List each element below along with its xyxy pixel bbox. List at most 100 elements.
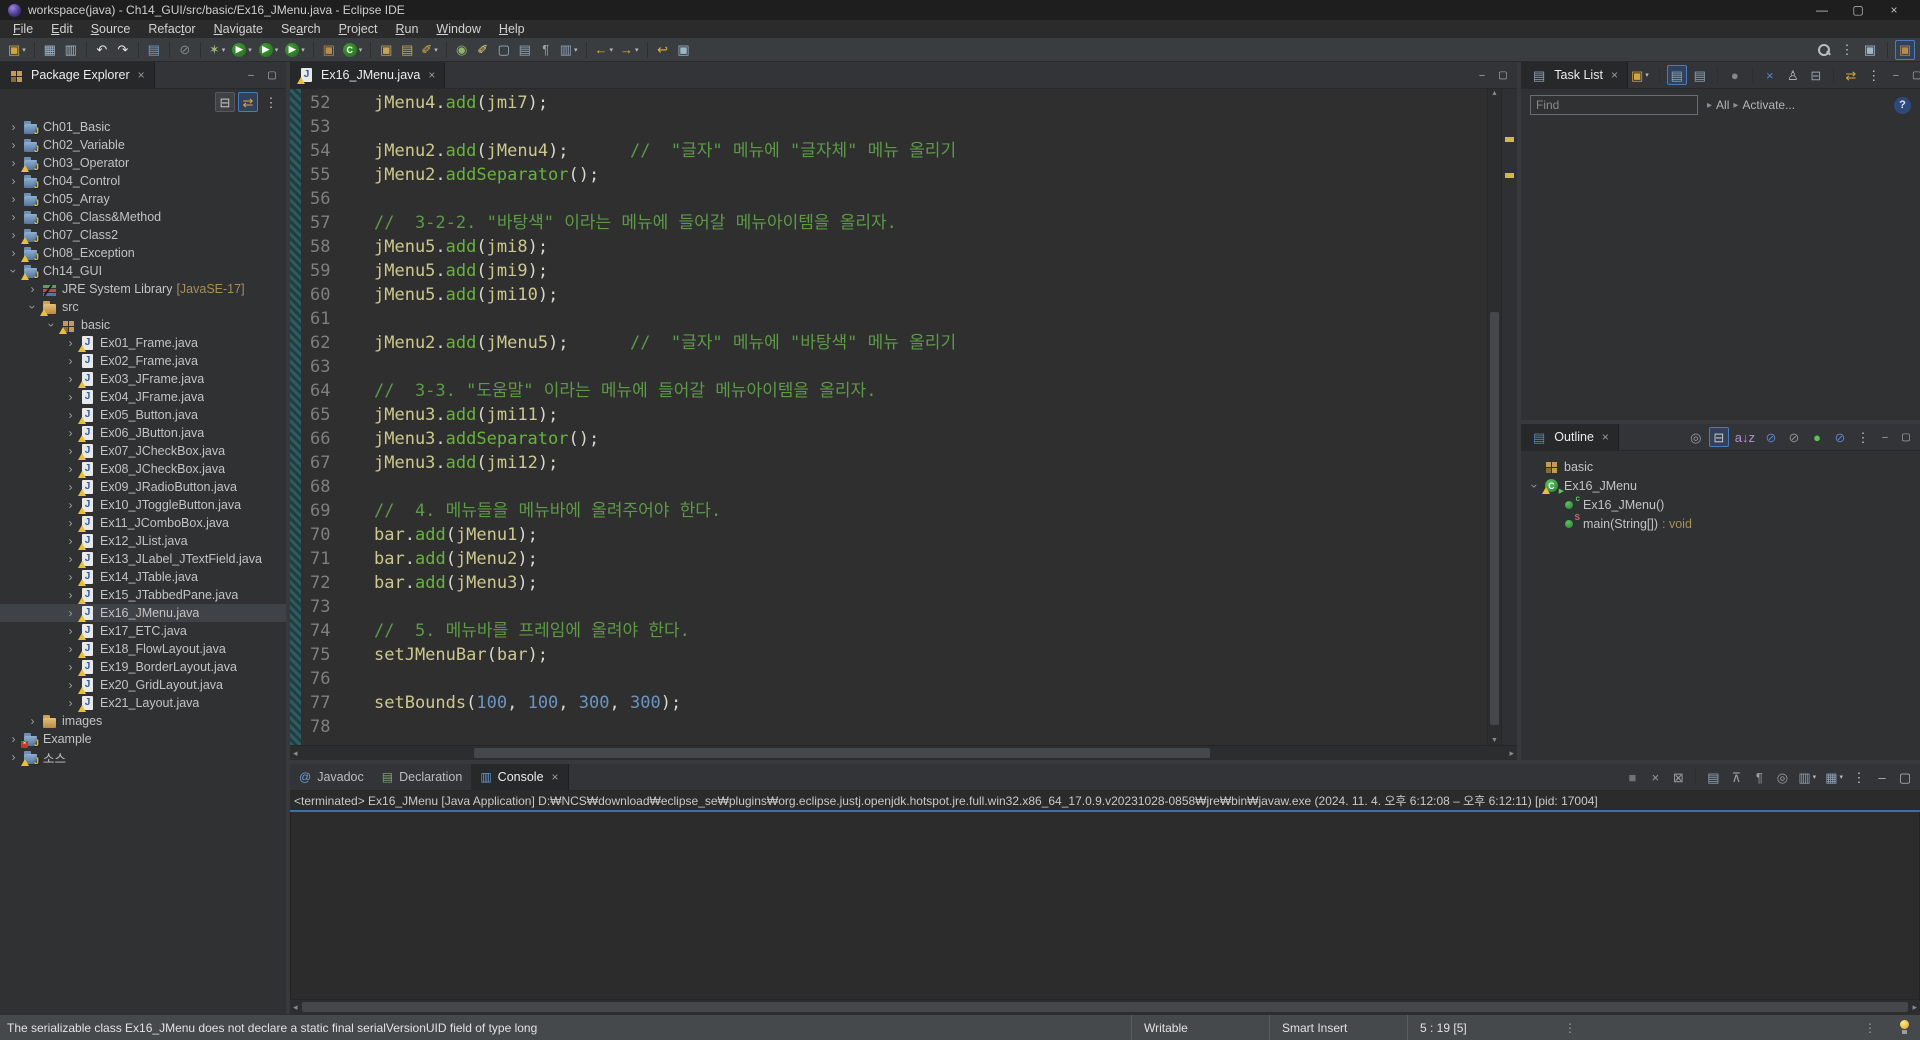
tree-item-ex17-etc-java[interactable]: › Ex17_ETC.java — [0, 622, 286, 640]
debug-button[interactable]: ✶ ▾ — [206, 40, 228, 60]
tree-item-ex19-borderlayout-java[interactable]: › Ex19_BorderLayout.java — [0, 658, 286, 676]
outline-item-ex16-jmenu-[interactable]: c Ex16_JMenu() — [1521, 495, 1920, 514]
new-wizard-button[interactable]: ▣ ▾ — [5, 40, 29, 60]
menu-project[interactable]: Project — [330, 22, 387, 36]
search-icon[interactable] — [1814, 40, 1834, 60]
close-tab-icon[interactable]: × — [428, 68, 435, 82]
chevron-collapsed-icon[interactable]: › — [65, 697, 76, 709]
tree-item-ch14-gui[interactable]: › Ch14_GUI — [0, 262, 286, 280]
console-horizontal-scrollbar[interactable]: ◂ ▸ — [290, 999, 1920, 1014]
tree-item-ex12-jlist-java[interactable]: › Ex12_JList.java — [0, 532, 286, 550]
maximize-view-button[interactable]: ▢ — [1897, 429, 1915, 445]
chevron-collapsed-icon[interactable]: › — [65, 517, 76, 529]
show-public-only-button[interactable]: ● — [1807, 427, 1827, 447]
chevron-collapsed-icon[interactable]: › — [8, 175, 19, 187]
console-view-menu-dots[interactable]: ⋮ — [1849, 767, 1869, 787]
undo-icon[interactable]: ↶ — [92, 40, 112, 60]
tab-javadoc[interactable]: @ Javadoc — [290, 764, 373, 790]
export-jar-button[interactable]: ▤ — [397, 40, 417, 60]
minimize-view-button[interactable]: – — [242, 67, 260, 83]
run-coverage-button[interactable]: ▶ ▾ — [256, 40, 282, 60]
chevron-expanded-icon[interactable]: › — [26, 302, 40, 313]
tree-item-ex08-jcheckbox-java[interactable]: › Ex08_JCheckBox.java — [0, 460, 286, 478]
chevron-collapsed-icon[interactable]: › — [8, 193, 19, 205]
remove-all-launches-button[interactable]: ⊠ — [1668, 767, 1688, 787]
terminate-button[interactable]: ■ — [1622, 767, 1642, 787]
scheduled-view-button[interactable]: ▤ — [1690, 65, 1710, 85]
chevron-collapsed-icon[interactable]: › — [65, 427, 76, 439]
chevron-collapsed-icon[interactable]: › — [8, 157, 19, 169]
outline-filters-icon[interactable]: ◎ — [1686, 427, 1706, 447]
tree-item-ex15-jtabbedpane-java[interactable]: › Ex15_JTabbedPane.java — [0, 586, 286, 604]
status-menu-dots[interactable]: ⋮ — [1845, 1021, 1895, 1035]
maximize-view-button[interactable]: ▢ — [263, 67, 281, 83]
chevron-collapsed-icon[interactable]: › — [65, 607, 76, 619]
chevron-collapsed-icon[interactable]: › — [65, 445, 76, 457]
outline-item-main-string-[interactable]: Smain(String[]) : void — [1521, 514, 1920, 533]
chevron-expanded-icon[interactable]: › — [7, 266, 21, 277]
editor-vertical-scrollbar[interactable]: ▲ ▼ — [1487, 89, 1501, 745]
hide-fields-button[interactable]: ⊘ — [1761, 427, 1781, 447]
open-type-button[interactable]: ▣ — [376, 40, 396, 60]
display-selected-console-button[interactable]: ▥ ▾ — [1795, 767, 1819, 787]
explorer-view-menu-dots[interactable]: ⋮ — [261, 92, 281, 112]
collapse-all-button[interactable]: ⊟ — [215, 92, 235, 112]
window-minimize-button[interactable]: — — [1804, 0, 1840, 20]
outline-collapse-all-button[interactable]: ⊟ — [1708, 427, 1729, 447]
pin-console-button[interactable]: ◎ — [1772, 767, 1792, 787]
hide-static-members-button[interactable]: ⊘ — [1784, 427, 1804, 447]
tasklist-view-menu-dots[interactable]: ⋮ — [1864, 65, 1884, 85]
chevron-collapsed-icon[interactable]: › — [65, 373, 76, 385]
scroll-left-icon[interactable]: ◂ — [290, 1000, 301, 1014]
tree-item-ex21-layout-java[interactable]: › Ex21_Layout.java — [0, 694, 286, 712]
console-output-area[interactable] — [290, 812, 1920, 999]
menu-help[interactable]: Help — [490, 22, 534, 36]
save-button[interactable]: ▦ — [40, 40, 60, 60]
tree-item-ch05-array[interactable]: › Ch05_Array — [0, 190, 286, 208]
tree-item-ex13-jlabel-jtextfield-java[interactable]: › Ex13_JLabel_JTextField.java — [0, 550, 286, 568]
tree-item-basic[interactable]: › basic — [0, 316, 286, 334]
console-minimize-button[interactable]: – — [1872, 767, 1892, 787]
chevron-collapsed-icon[interactable]: › — [65, 553, 76, 565]
synchronize-button[interactable]: ⇄ — [1841, 65, 1861, 85]
tree-item-ex03-jframe-java[interactable]: › Ex03_JFrame.java — [0, 370, 286, 388]
close-tab-icon[interactable]: × — [552, 770, 559, 784]
tree-item-ex20-gridlayout-java[interactable]: › Ex20_GridLayout.java — [0, 676, 286, 694]
new-class-button[interactable]: C ▾ — [340, 40, 366, 60]
focus-workweek-button[interactable]: ● — [1725, 65, 1745, 85]
overview-ruler[interactable] — [1501, 89, 1517, 745]
scope-activate[interactable]: Activate... — [1742, 98, 1795, 112]
chevron-collapsed-icon[interactable]: › — [65, 679, 76, 691]
outline-item-basic[interactable]: basic — [1521, 457, 1920, 476]
menu-file[interactable]: File — [4, 22, 42, 36]
menu-navigate[interactable]: Navigate — [205, 22, 272, 36]
chevron-collapsed-icon[interactable]: › — [65, 481, 76, 493]
sort-icon[interactable]: a↓z — [1732, 427, 1758, 447]
tree-item-example[interactable]: › Example — [0, 730, 286, 748]
chevron-collapsed-icon[interactable]: › — [65, 337, 76, 349]
scroll-right-icon[interactable]: ▸ — [1506, 746, 1517, 760]
chevron-collapsed-icon[interactable]: › — [8, 121, 19, 133]
help-icon[interactable]: ? — [1894, 96, 1911, 114]
chevron-collapsed-icon[interactable]: › — [27, 283, 38, 295]
editor-horizontal-scrollbar[interactable]: ◂ ▸ — [290, 745, 1517, 760]
tree-item-ch01-basic[interactable]: › Ch01_Basic — [0, 118, 286, 136]
chevron-collapsed-icon[interactable]: › — [65, 409, 76, 421]
menu-search[interactable]: Search — [272, 22, 330, 36]
menu-run[interactable]: Run — [386, 22, 427, 36]
scroll-lock-button[interactable]: ⊼ — [1726, 767, 1746, 787]
link-with-editor-button[interactable]: ⇄ — [238, 92, 258, 112]
tab-task-list[interactable]: ▤ Task List × — [1521, 62, 1628, 88]
warning-marker[interactable] — [1505, 137, 1514, 142]
toolbar-view-menu-dots[interactable]: ⋮ — [1837, 40, 1857, 60]
redo-icon[interactable]: ↷ — [113, 40, 133, 60]
chevron-collapsed-icon[interactable]: › — [8, 229, 19, 241]
window-maximize-button[interactable]: ▢ — [1840, 0, 1876, 20]
chevron-collapsed-icon[interactable]: › — [65, 535, 76, 547]
menu-window[interactable]: Window — [427, 22, 489, 36]
chevron-expanded-icon[interactable]: › — [45, 320, 59, 331]
chevron-collapsed-icon[interactable]: › — [65, 355, 76, 367]
open-perspective-button[interactable]: ▣ — [1860, 40, 1880, 60]
tree-item-ex06-jbutton-java[interactable]: › Ex06_JButton.java — [0, 424, 286, 442]
tree-item-ex18-flowlayout-java[interactable]: › Ex18_FlowLayout.java — [0, 640, 286, 658]
